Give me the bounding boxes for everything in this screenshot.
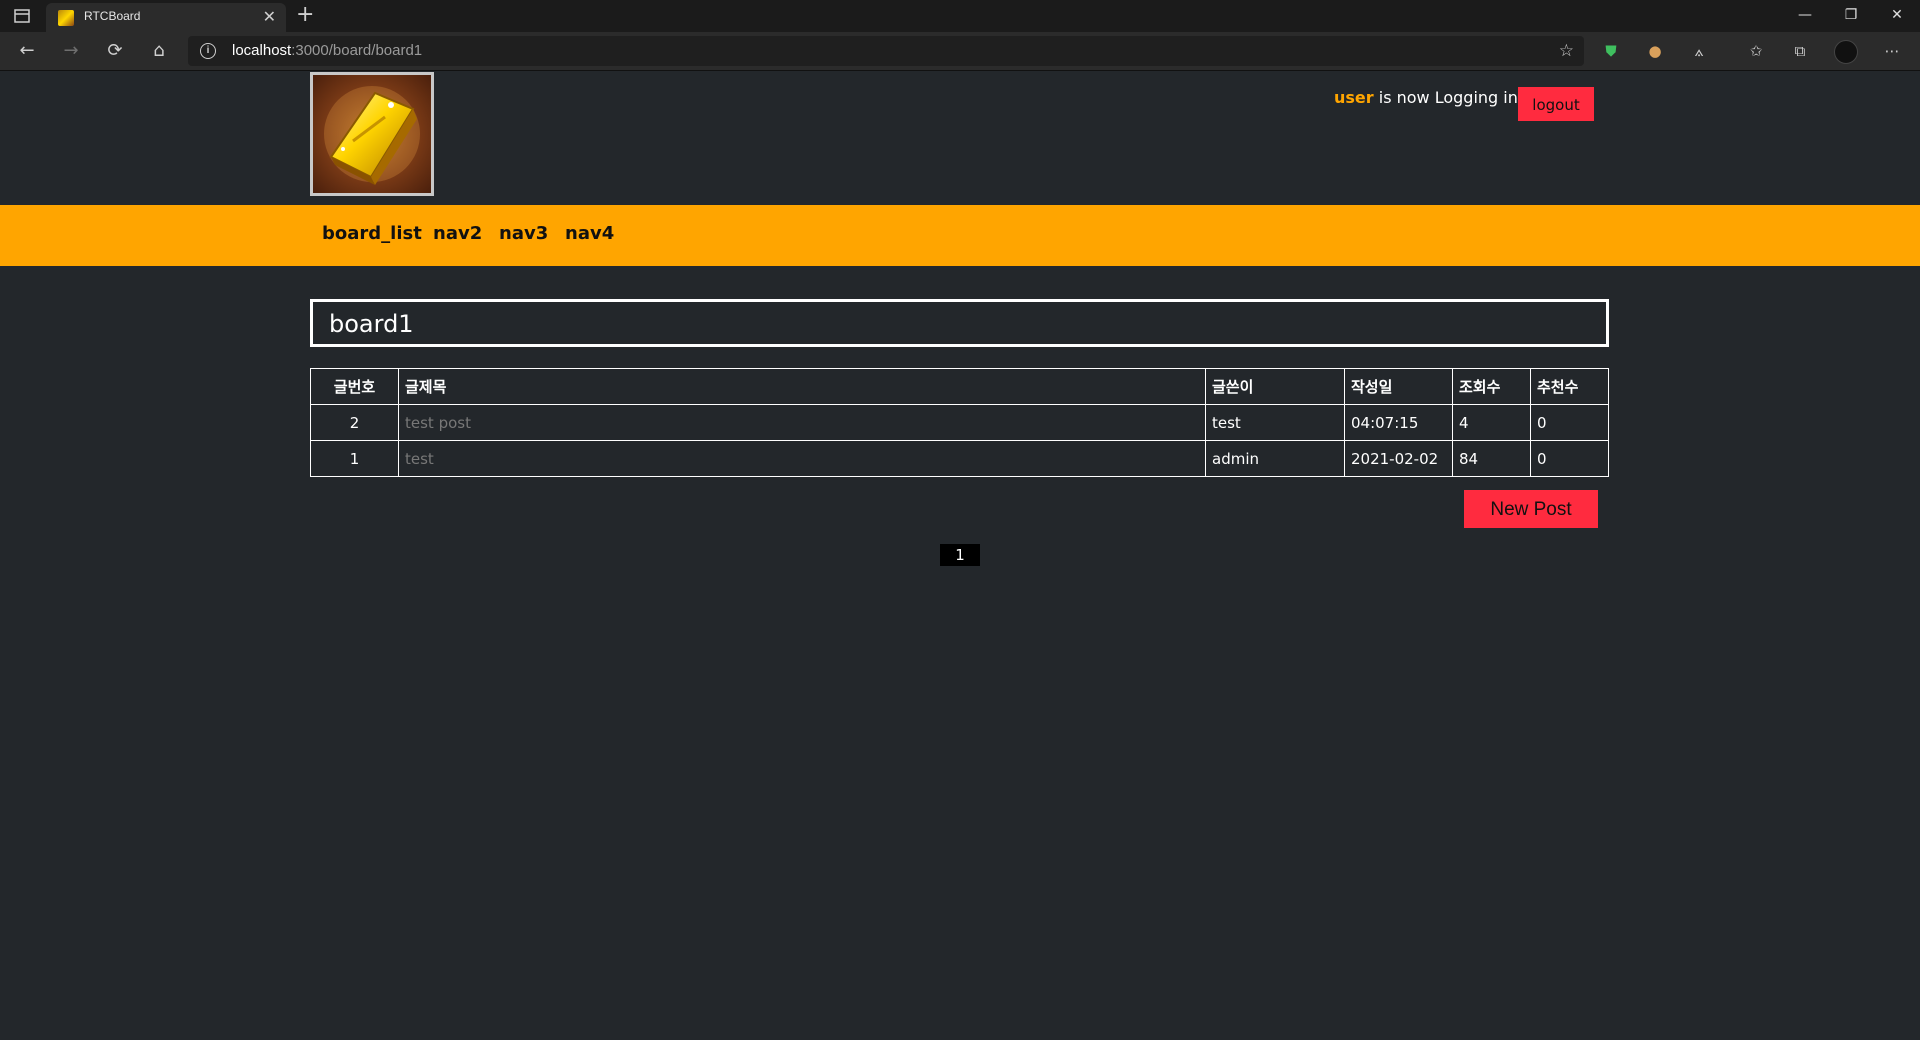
new-post-button[interactable]: New Post [1464,490,1598,528]
back-icon[interactable]: ← [14,39,40,63]
post-number: 1 [349,449,360,468]
nav-nav3[interactable]: nav3 [499,223,548,244]
tab-title: RTCBoard [84,9,141,23]
table-header-row: 글번호 글제목 글쓴이 작성일 조회수 추천수 [310,368,1609,405]
board-title-box: board1 [310,299,1609,347]
refresh-icon[interactable]: ⟳ [102,39,128,63]
profile-avatar[interactable] [1834,40,1858,64]
table-row: 2 test post test 04:07:15 4 0 [310,404,1609,441]
post-title-cell: test post [398,404,1206,441]
url-text: localhost:3000/board/board1 [232,42,422,59]
post-author: admin [1205,440,1345,477]
extension-icon[interactable]: ⟑ [1687,39,1711,63]
pagination-page-1[interactable]: 1 [940,544,980,566]
collections-icon[interactable]: ⧉ [1788,39,1812,63]
url-path: :3000/board/board1 [291,42,423,59]
minimize-icon[interactable]: — [1790,4,1820,26]
post-author: test [1205,404,1345,441]
post-likes: 0 [1530,440,1609,477]
table-row: 1 test admin 2021-02-02 84 0 [311,440,1609,477]
cookie-extension-icon[interactable]: ● [1643,39,1667,63]
post-date: 04:07:15 [1344,404,1453,441]
post-table: 글번호 글제목 글쓴이 작성일 조회수 추천수 2 test post test… [310,368,1609,477]
col-header-views: 조회수 [1452,368,1531,405]
tab-close-icon[interactable]: ✕ [263,8,276,26]
browser-tab-bar: RTCBoard ✕ + — ❐ ✕ [0,0,1920,32]
site-logo[interactable] [310,72,434,196]
more-menu-icon[interactable]: ⋯ [1880,39,1904,63]
url-host: localhost [232,42,292,59]
post-title-link[interactable]: test post [405,414,471,432]
address-bar[interactable]: i localhost:3000/board/board1 ☆ [188,36,1584,66]
board-title: board1 [329,310,414,338]
post-views: 84 [1452,440,1531,477]
page-body: user is now Logging in logout board_list… [0,71,1920,1040]
nav-nav2[interactable]: nav2 [433,223,482,244]
home-icon[interactable]: ⌂ [146,39,172,63]
col-header-likes: 추천수 [1530,368,1609,405]
nav-board-list[interactable]: board_list [322,223,422,244]
post-title-link[interactable]: test [405,450,434,468]
logout-button[interactable]: logout [1518,87,1594,121]
browser-toolbar: ← → ⟳ ⌂ i localhost:3000/board/board1 ☆ … [0,32,1920,71]
col-header-date: 작성일 [1344,368,1453,405]
main-navbar: board_list nav2 nav3 nav4 [0,205,1920,266]
gold-bar-icon [324,86,420,185]
site-info-icon[interactable]: i [200,43,216,59]
post-views: 4 [1452,404,1531,441]
col-header-number: 글번호 [310,368,399,405]
login-status: user is now Logging in [1334,88,1518,107]
window-close-icon[interactable]: ✕ [1882,4,1912,26]
username: user [1334,88,1374,107]
new-tab-icon[interactable]: + [296,2,314,28]
post-title-cell: test [398,440,1206,477]
col-header-title: 글제목 [398,368,1206,405]
post-date: 2021-02-02 [1344,440,1453,477]
nav-nav4[interactable]: nav4 [565,223,614,244]
col-header-author: 글쓴이 [1205,368,1345,405]
forward-icon[interactable]: → [58,39,84,63]
favorites-icon[interactable]: ✩ [1744,39,1768,63]
tab-actions-icon[interactable] [12,8,32,24]
tab-favicon-icon [58,10,74,26]
add-favorite-icon[interactable]: ☆ [1559,41,1574,61]
login-status-text: is now Logging in [1373,88,1518,107]
post-number: 2 [310,404,399,441]
shield-extension-icon[interactable]: ⛊ [1599,39,1623,63]
post-likes: 0 [1530,404,1609,441]
restore-icon[interactable]: ❐ [1836,4,1866,26]
browser-tab[interactable]: RTCBoard ✕ [46,3,286,32]
